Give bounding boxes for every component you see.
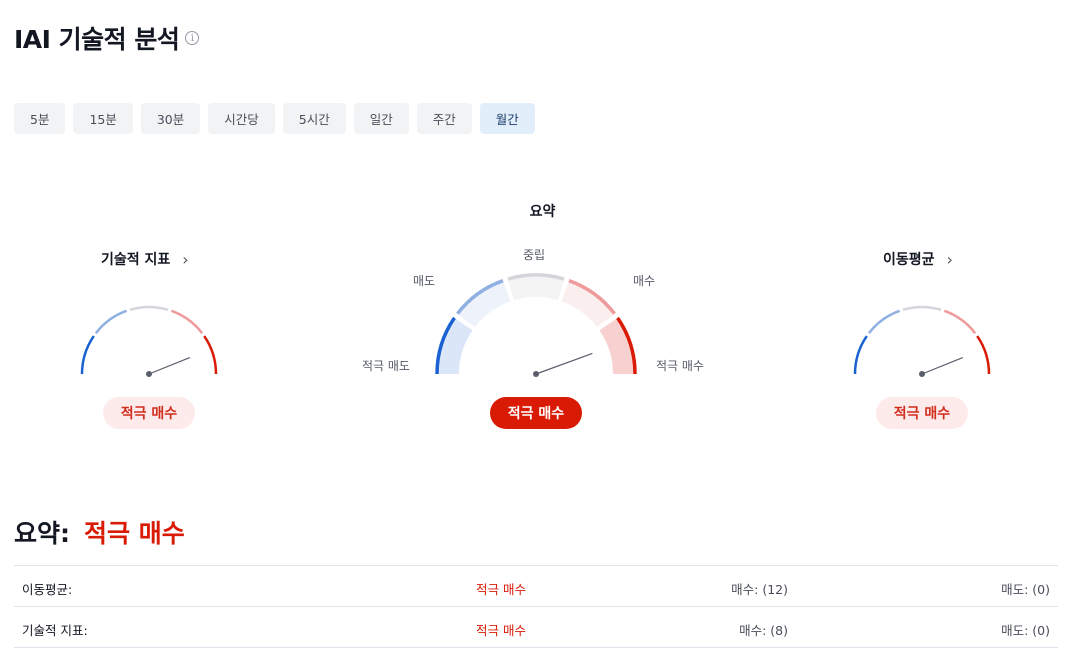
row-verdict: 적극 매수 — [476, 623, 526, 638]
row-buy-count: 매수: (8) — [739, 623, 788, 638]
tab-5hour[interactable]: 5시간 — [282, 103, 346, 134]
oscillators-gauge-title[interactable]: 기술적 지표 › — [101, 249, 189, 269]
gauge-segment-buy — [170, 309, 204, 334]
tab-monthly[interactable]: 월간 — [479, 103, 535, 134]
summary-gauge — [435, 273, 637, 377]
page-title-row: IAI 기술적 분석 i — [14, 20, 200, 56]
summary-table: 이동평균: 적극 매수 매수: (12) 매도: (0) 기술적 지표: 적극 … — [14, 565, 1058, 648]
tab-weekly[interactable]: 주간 — [416, 103, 472, 134]
gauge-segment-strong-sell — [80, 335, 95, 375]
label-strong-buy: 적극 매수 — [656, 359, 704, 373]
gauge-needle — [148, 356, 191, 375]
summary-heading: 요약: 적극 매수 — [14, 514, 185, 550]
gauge-segment-neutral — [902, 305, 942, 311]
chevron-right-icon: › — [946, 249, 953, 269]
moving-averages-gauge-title[interactable]: 이동평균 › — [883, 249, 953, 269]
row-name: 기술적 지표: — [22, 623, 88, 638]
table-row: 이동평균: 적극 매수 매수: (12) 매도: (0) — [14, 566, 1058, 607]
tab-hourly[interactable]: 시간당 — [208, 103, 275, 134]
moving-averages-title-text: 이동평균 — [883, 252, 935, 268]
moving-averages-gauge — [853, 305, 991, 377]
gauge-needle — [535, 352, 593, 375]
gauge-band-neutral — [507, 275, 565, 301]
oscillators-title-text: 기술적 지표 — [101, 252, 171, 268]
summary-verdict-badge: 적극 매수 — [490, 397, 582, 429]
summary-heading-label: 요약: — [14, 519, 70, 548]
info-icon[interactable]: i — [185, 31, 200, 45]
gauge-segment-buy — [943, 309, 977, 334]
row-sell-count: 매도: (0) — [1001, 623, 1050, 638]
oscillators-gauge — [80, 305, 218, 377]
table-row: 기술적 지표: 적극 매수 매수: (8) 매도: (0) — [14, 607, 1058, 648]
row-name: 이동평균: — [22, 582, 73, 597]
tab-daily[interactable]: 일간 — [353, 103, 409, 134]
gauge-needle-pivot — [919, 371, 925, 377]
oscillators-verdict-badge: 적극 매수 — [103, 397, 195, 429]
gauge-segment-strong-sell — [853, 335, 868, 375]
moving-averages-verdict-badge: 적극 매수 — [876, 397, 968, 429]
chevron-right-icon: › — [182, 249, 189, 269]
tab-30min[interactable]: 30분 — [140, 103, 201, 134]
gauge-segment-strong-buy — [976, 335, 991, 375]
label-strong-sell: 적극 매도 — [362, 359, 410, 373]
row-buy-count: 매수: (12) — [731, 582, 788, 597]
gauge-segment-strong-buy — [203, 335, 218, 375]
timeframe-tabs: 5분 15분 30분 시간당 5시간 일간 주간 월간 — [14, 103, 535, 134]
gauge-segment-neutral — [129, 305, 169, 311]
gauge-needle-pivot — [146, 371, 152, 377]
summary-gauge-title: 요약 — [529, 204, 556, 220]
tab-15min[interactable]: 15분 — [73, 103, 133, 134]
tab-5min[interactable]: 5분 — [14, 103, 66, 134]
label-neutral: 중립 — [523, 248, 546, 262]
row-sell-count: 매도: (0) — [1001, 582, 1050, 597]
gauge-needle — [921, 356, 964, 375]
gauge-segment-sell — [867, 309, 901, 334]
row-verdict: 적극 매수 — [476, 582, 526, 597]
gauge-segment-sell — [94, 309, 128, 334]
summary-heading-verdict: 적극 매수 — [84, 519, 185, 548]
page-title: IAI 기술적 분석 — [14, 25, 180, 54]
gauge-needle-pivot — [533, 371, 539, 377]
